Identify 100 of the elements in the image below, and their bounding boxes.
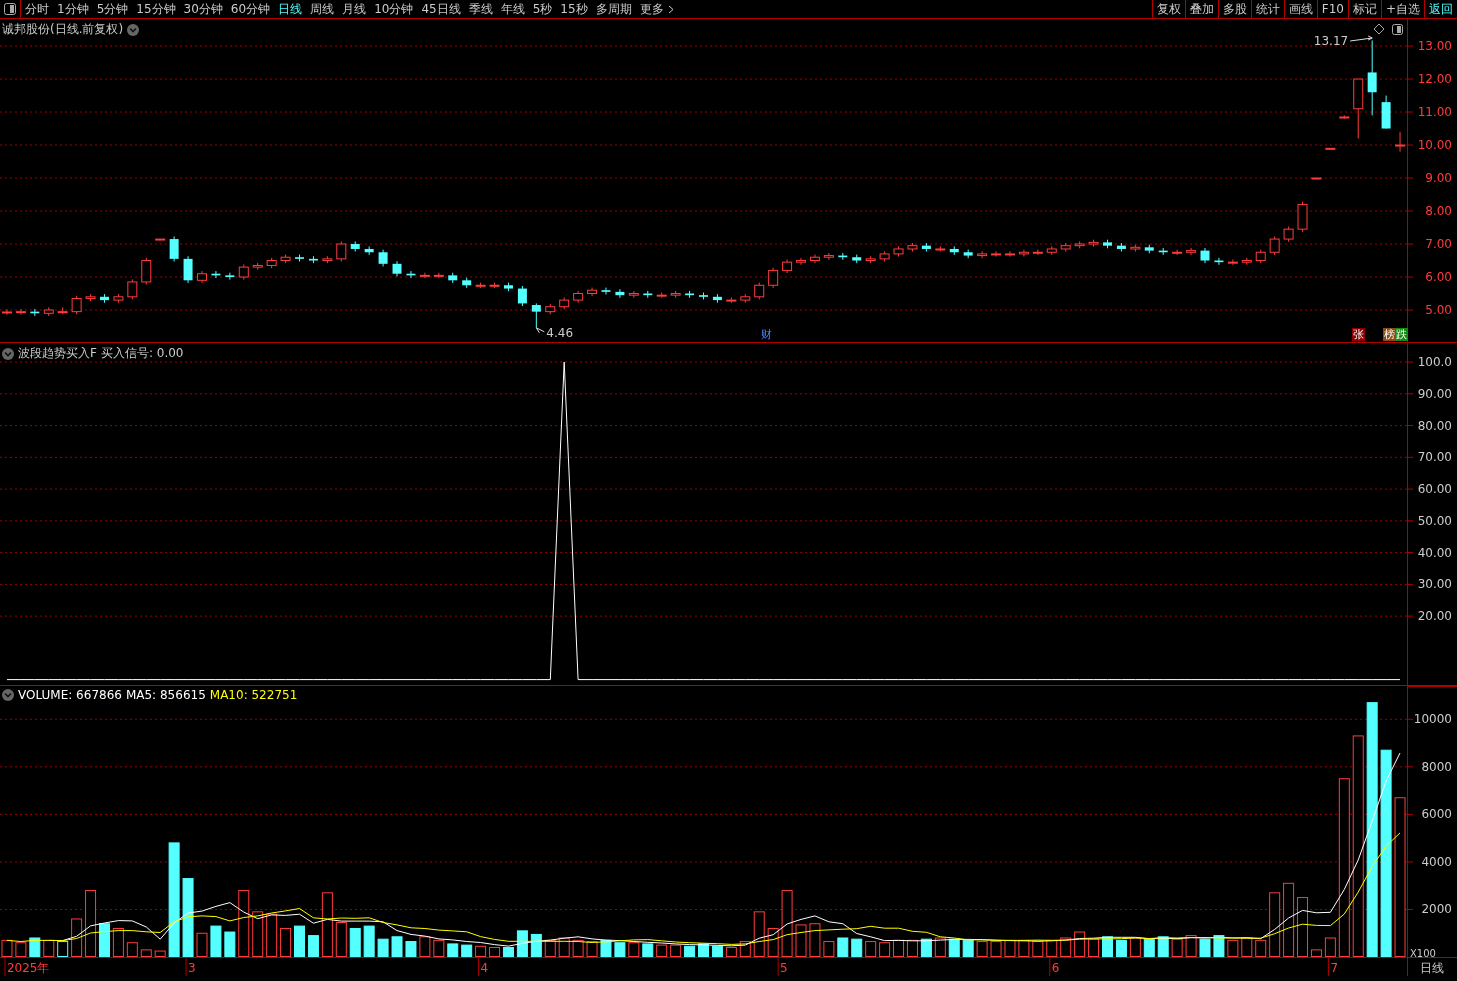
- candlestick: [823, 252, 834, 261]
- toolbar-button[interactable]: F10: [1316, 0, 1348, 18]
- candlestick: [1255, 249, 1266, 264]
- candlestick: [15, 308, 26, 316]
- candlestick: [1018, 249, 1029, 258]
- axis-label: 11.00: [1417, 105, 1452, 120]
- candlestick: [378, 249, 388, 267]
- candlestick: [1214, 257, 1224, 266]
- candlestick: [1088, 239, 1099, 248]
- date-label: 5: [780, 961, 788, 975]
- candlestick: [963, 249, 973, 259]
- toolbar-button[interactable]: 叠加: [1184, 0, 1218, 18]
- period-tab[interactable]: 月线: [338, 0, 371, 18]
- toolbar-button[interactable]: 画线: [1283, 0, 1317, 18]
- panel-toggle-icon[interactable]: [4, 3, 16, 15]
- event-marker[interactable]: 张: [1352, 328, 1366, 341]
- date-label: 4: [480, 961, 489, 975]
- panel-toggle-icon[interactable]: [1392, 24, 1403, 35]
- low-price-label: 4.46: [546, 325, 574, 340]
- candlestick: [587, 287, 598, 297]
- candlestick: [1005, 250, 1015, 258]
- dropdown-icon[interactable]: [127, 23, 140, 36]
- period-tab[interactable]: 30分钟: [179, 0, 227, 18]
- date-label: 2025年: [6, 961, 50, 975]
- candlestick: [1172, 249, 1183, 256]
- event-marker[interactable]: 跌: [1395, 328, 1409, 341]
- candlestick: [462, 277, 472, 289]
- axis-label: 20.00: [1417, 609, 1452, 624]
- candlestick: [782, 259, 793, 274]
- toolbar-button[interactable]: 多股: [1217, 0, 1251, 18]
- candlestick: [295, 254, 304, 262]
- period-tab[interactable]: 1分钟: [53, 0, 93, 18]
- candlestick: [643, 290, 653, 299]
- period-tab[interactable]: 45日线: [417, 0, 465, 18]
- candlestick: [768, 267, 779, 289]
- candlestick: [1269, 235, 1280, 256]
- candlestick: [252, 262, 263, 271]
- candlestick: [406, 270, 416, 279]
- period-tab[interactable]: 15分钟: [132, 0, 180, 18]
- candlestick: [531, 302, 541, 329]
- period-tab[interactable]: 多周期: [591, 0, 636, 18]
- event-marker[interactable]: 财: [760, 328, 774, 341]
- axis-label: 5.00: [1425, 303, 1452, 317]
- period-tab[interactable]: 季线: [464, 0, 497, 18]
- axis-label: 80.00: [1417, 418, 1452, 433]
- candlestick: [1074, 240, 1085, 249]
- candlestick: [865, 255, 876, 264]
- axis-label: 8000: [1421, 759, 1452, 774]
- candlestick: [280, 254, 291, 264]
- period-tab[interactable]: 15秒: [556, 0, 592, 18]
- candlestick: [838, 252, 848, 261]
- axis-label: 50.00: [1417, 513, 1452, 528]
- candlestick: [601, 287, 611, 295]
- chevron-right-icon: [667, 4, 674, 14]
- period-tab[interactable]: 年线: [496, 0, 529, 18]
- period-tab[interactable]: 10分钟: [370, 0, 418, 18]
- axis-label: 4000: [1421, 854, 1452, 869]
- period-tab[interactable]: 分时: [21, 0, 53, 18]
- candlestick: [433, 272, 444, 279]
- toolbar-button[interactable]: 返回: [1424, 0, 1457, 18]
- candlestick: [322, 255, 333, 264]
- axis-label: 90.00: [1417, 386, 1452, 401]
- candlestick: [336, 240, 347, 262]
- period-tab[interactable]: 5秒: [528, 0, 557, 18]
- axis-label: 9.00: [1425, 171, 1452, 186]
- period-tab[interactable]: 周线: [306, 0, 339, 18]
- candlestick: [1283, 226, 1294, 243]
- volume-reading: VOLUME: 667866: [18, 688, 122, 702]
- toolbar-button[interactable]: +自选: [1380, 0, 1424, 18]
- candlestick: [573, 290, 584, 304]
- toolbar-button[interactable]: 标记: [1347, 0, 1381, 18]
- axis-label: 40.00: [1417, 545, 1452, 560]
- candlestick: [545, 303, 556, 315]
- candlestick: [852, 254, 862, 264]
- candlestick: [699, 292, 708, 300]
- axis-label: 2000: [1421, 902, 1452, 917]
- dropdown-icon[interactable]: [2, 347, 14, 360]
- candlestick: [879, 250, 890, 262]
- candlestick: [30, 308, 40, 317]
- candlestick: [141, 257, 152, 286]
- period-tab[interactable]: 日线: [274, 0, 307, 18]
- axis-label: 70.00: [1417, 450, 1452, 465]
- candlestick: [503, 282, 513, 292]
- candlestick: [71, 295, 82, 315]
- candlestick: [1297, 201, 1308, 233]
- dropdown-icon[interactable]: [2, 689, 14, 701]
- candlestick: [1395, 131, 1406, 153]
- candlestick: [1311, 177, 1322, 180]
- candlestick: [211, 270, 221, 279]
- candlestick: [1353, 78, 1364, 139]
- candlestick: [1158, 247, 1168, 256]
- event-marker[interactable]: 榜: [1382, 328, 1396, 341]
- candlestick: [1103, 239, 1112, 249]
- toolbar-button[interactable]: 复权: [1151, 0, 1185, 18]
- candlestick: [1200, 247, 1210, 264]
- toolbar-button[interactable]: 统计: [1250, 0, 1284, 18]
- period-tab[interactable]: 5分钟: [92, 0, 133, 18]
- more-button[interactable]: 更多: [635, 0, 678, 18]
- diamond-icon[interactable]: [1373, 23, 1385, 35]
- period-tab[interactable]: 60分钟: [226, 0, 275, 18]
